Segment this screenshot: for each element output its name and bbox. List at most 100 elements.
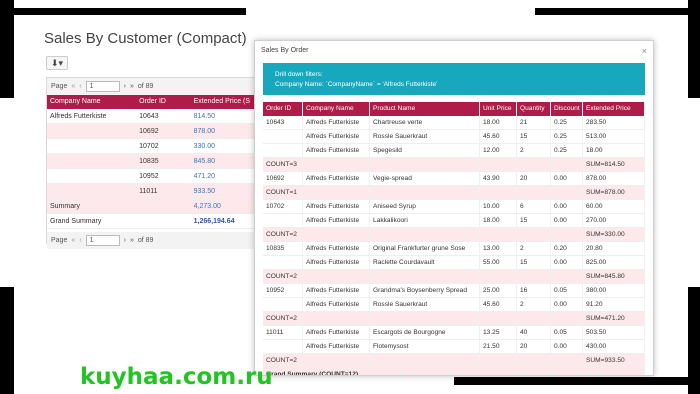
next-page-button[interactable]: › bbox=[124, 237, 126, 244]
table-cell bbox=[303, 270, 370, 283]
table-row: Alfreds Futterkiste Lakkalikoori 18.00 15 0.… bbox=[263, 214, 645, 228]
table-cell bbox=[551, 158, 583, 171]
group-summary-row: COUNT=2 SUM=933.50 bbox=[263, 354, 645, 368]
page-label: Page bbox=[51, 237, 68, 244]
table-cell bbox=[517, 354, 551, 367]
grand-summary-value: 1,266,194.64 bbox=[193, 218, 235, 225]
price-link[interactable]: 845.80 bbox=[191, 154, 255, 168]
table-cell: SUM=878.00 bbox=[583, 186, 645, 199]
table-cell: 270.00 bbox=[583, 214, 645, 227]
table-cell: 10835 bbox=[263, 242, 303, 255]
orders-table-header: Order ID Company Name Product Name Unit Pri… bbox=[263, 102, 645, 116]
table-cell: 10643 bbox=[263, 116, 303, 129]
price-link[interactable]: 933.50 bbox=[191, 184, 255, 198]
column-header[interactable]: Company Name bbox=[303, 102, 370, 116]
page-input[interactable]: 1 bbox=[85, 235, 120, 246]
table-cell bbox=[370, 270, 480, 283]
table-cell bbox=[601, 368, 645, 375]
summary-value: 4,273.00 bbox=[193, 203, 221, 210]
price-link[interactable]: 330.00 bbox=[191, 139, 255, 153]
frame-bar bbox=[0, 287, 14, 394]
group-summary-row: COUNT=1 SUM=878.00 bbox=[263, 186, 645, 200]
table-cell: 25.00 bbox=[480, 284, 517, 297]
column-header[interactable]: Product Name bbox=[370, 102, 480, 116]
table-row: Alfreds Futterkiste Flotemysost 21.50 20 0.0… bbox=[263, 340, 645, 354]
table-cell: Lakkalikoori bbox=[370, 214, 480, 227]
filter-text: Company Name: `CompanyName` = 'Alfreds F… bbox=[275, 81, 438, 88]
close-icon[interactable]: × bbox=[642, 41, 647, 61]
table-cell: Alfreds Futterkiste bbox=[303, 214, 370, 227]
order-cell: 10835 bbox=[139, 158, 159, 165]
table-row: 10952 Alfreds Futterkiste Grandma's Boysen… bbox=[263, 284, 645, 298]
column-header[interactable]: Quantity bbox=[517, 102, 551, 116]
company-cell bbox=[47, 154, 136, 168]
table-cell: 0.25 bbox=[551, 144, 583, 157]
group-summary-row: COUNT=3 SUM=814.50 bbox=[263, 158, 645, 172]
order-cell: 10702 bbox=[139, 143, 159, 150]
company-cell bbox=[47, 184, 136, 198]
table-cell: Alfreds Futterkiste bbox=[303, 256, 370, 269]
table-cell: 2 bbox=[517, 298, 551, 311]
table-cell: 18.00 bbox=[480, 116, 517, 129]
table-cell bbox=[370, 186, 480, 199]
table-cell bbox=[370, 228, 480, 241]
customer-grid: Page « ‹ 1 › » of 89 Company Name Order … bbox=[46, 77, 256, 249]
table-cell: 12.00 bbox=[480, 144, 517, 157]
next-page-button[interactable]: › bbox=[124, 83, 126, 90]
page-input[interactable]: 1 bbox=[85, 81, 120, 92]
summary-row: Summary 4,273.00 bbox=[47, 199, 255, 214]
table-cell: 40 bbox=[517, 326, 551, 339]
table-cell bbox=[517, 312, 551, 325]
table-row: Alfreds Futterkiste Rossle Sauerkraut 45.6… bbox=[263, 130, 645, 144]
table-cell: Grand Summary (COUNT=12) bbox=[263, 368, 402, 375]
table-row: 10835 845.80 bbox=[47, 154, 255, 169]
column-header[interactable]: Extended Price (S bbox=[191, 95, 255, 109]
table-cell bbox=[480, 186, 517, 199]
column-header[interactable]: Order ID bbox=[136, 95, 190, 109]
export-button[interactable]: ⬇▾ bbox=[46, 56, 68, 70]
last-page-button[interactable]: » bbox=[130, 237, 134, 244]
pager-bottom: Page « ‹ 1 › » of 89 bbox=[47, 232, 255, 249]
column-header[interactable]: Extended Price bbox=[583, 102, 645, 116]
prev-page-button[interactable]: ‹ bbox=[79, 237, 81, 244]
table-cell bbox=[551, 186, 583, 199]
frame-bar bbox=[454, 377, 700, 385]
table-row: 10692 Alfreds Futterkiste Vegie-spread 43.9… bbox=[263, 172, 645, 186]
first-page-button[interactable]: « bbox=[71, 83, 75, 90]
frame-bar bbox=[0, 8, 246, 15]
table-cell: Alfreds Futterkiste bbox=[303, 200, 370, 213]
table-cell bbox=[263, 256, 303, 269]
first-page-button[interactable]: « bbox=[71, 237, 75, 244]
grand-summary-label: Grand Summary bbox=[50, 218, 102, 225]
table-cell bbox=[517, 158, 551, 171]
table-row: 10702 330.00 bbox=[47, 139, 255, 154]
table-cell: 11011 bbox=[263, 326, 303, 339]
table-cell bbox=[578, 368, 602, 375]
prev-page-button[interactable]: ‹ bbox=[79, 83, 81, 90]
table-cell bbox=[303, 354, 370, 367]
price-link[interactable]: 878.00 bbox=[191, 124, 255, 138]
table-cell: 878.00 bbox=[583, 172, 645, 185]
table-cell: 45.60 bbox=[480, 298, 517, 311]
table-cell bbox=[263, 298, 303, 311]
last-page-button[interactable]: » bbox=[130, 83, 134, 90]
table-cell: 21.50 bbox=[480, 340, 517, 353]
table-cell: Original Frankfurter grune Sose bbox=[370, 242, 480, 255]
column-header[interactable]: Order ID bbox=[263, 102, 303, 116]
table-cell: 380.00 bbox=[583, 284, 645, 297]
price-link[interactable]: 814.50 bbox=[191, 109, 255, 123]
table-cell: 13.25 bbox=[480, 326, 517, 339]
table-cell: Rossle Sauerkraut bbox=[370, 298, 480, 311]
table-cell: 2 bbox=[517, 242, 551, 255]
price-link[interactable]: 471.20 bbox=[191, 169, 255, 183]
table-cell: 430.00 bbox=[583, 340, 645, 353]
table-cell: Alfreds Futterkiste bbox=[303, 116, 370, 129]
table-cell: 18.00 bbox=[583, 144, 645, 157]
column-header[interactable]: Unit Price bbox=[480, 102, 517, 116]
column-header[interactable]: Discount bbox=[551, 102, 583, 116]
table-cell: 0.00 bbox=[551, 172, 583, 185]
table-cell: Alfreds Futterkiste bbox=[303, 144, 370, 157]
grand-summary-row: Grand Summary 1,266,194.64 bbox=[47, 214, 255, 229]
column-header[interactable]: Company Name bbox=[47, 95, 136, 109]
table-cell: Chartreuse verte bbox=[370, 116, 480, 129]
